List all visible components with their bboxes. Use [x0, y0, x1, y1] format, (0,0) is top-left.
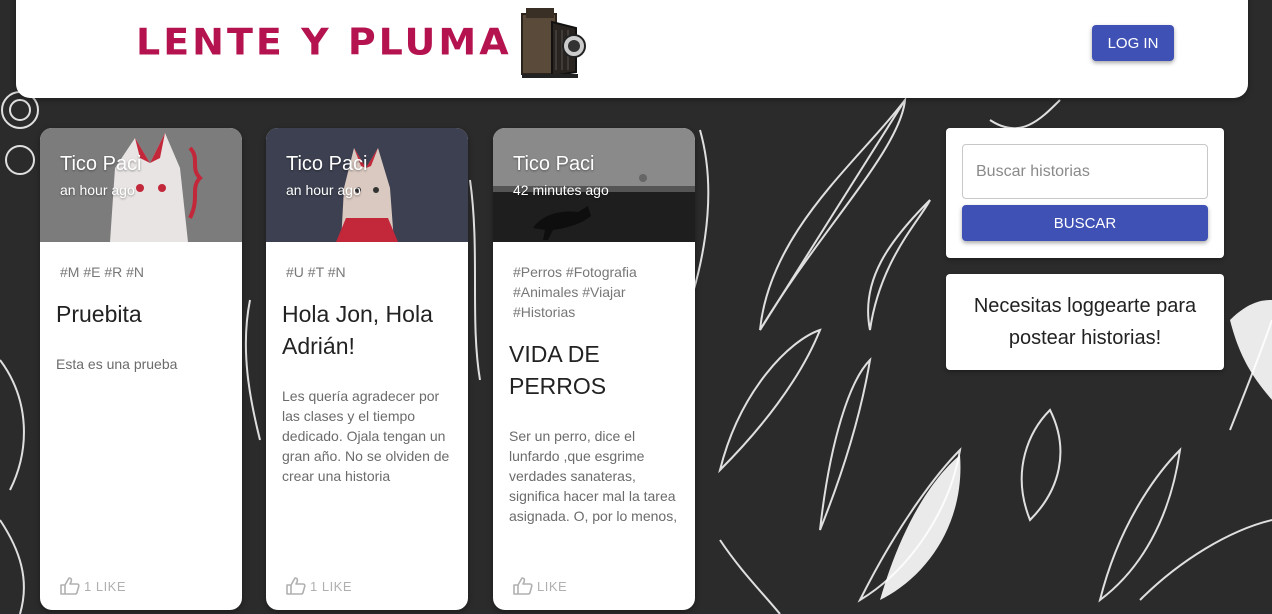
- card-excerpt: Ser un perro, dice el lunfardo ,que esgr…: [509, 428, 678, 524]
- card-excerpt: Esta es una prueba: [56, 356, 178, 372]
- card-title: Pruebita: [56, 301, 142, 327]
- top-app-bar: LENTE Y PLUMA LOG IN: [16, 0, 1248, 98]
- camera-logo-icon[interactable]: [516, 0, 588, 84]
- card-title: Hola Jon, Hola Adrián!: [282, 301, 433, 359]
- search-button[interactable]: BUSCAR: [962, 205, 1208, 241]
- like-button[interactable]: 1 LIKE: [286, 577, 352, 595]
- card-header: Tico Paci an hour ago: [266, 128, 468, 242]
- card-header: Tico Paci 42 minutes ago: [493, 128, 695, 242]
- card-timestamp: 42 minutes ago: [513, 182, 609, 198]
- card-excerpt: Les quería agradecer por las clases y el…: [282, 388, 450, 484]
- story-card[interactable]: Tico Paci an hour ago #M #E #R #N Pruebi…: [40, 128, 242, 610]
- card-author: Tico Paci: [286, 153, 368, 175]
- search-panel: BUSCAR: [946, 128, 1224, 258]
- card-header: Tico Paci an hour ago: [40, 128, 242, 242]
- site-logo-text[interactable]: LENTE Y PLUMA: [136, 21, 512, 63]
- like-count-label: 1 LIKE: [84, 578, 127, 594]
- card-tags: #M #E #R #N: [60, 264, 145, 280]
- login-button[interactable]: LOG IN: [1092, 25, 1174, 61]
- thumbs-up-icon: [286, 577, 306, 595]
- thumbs-up-icon: [60, 577, 80, 595]
- login-required-notice: Necesitas loggearte para postear histori…: [946, 274, 1224, 370]
- like-button[interactable]: 1 LIKE: [60, 577, 126, 595]
- story-card[interactable]: Tico Paci an hour ago #U #T #N Hola Jon,…: [266, 128, 468, 610]
- card-timestamp: an hour ago: [286, 182, 361, 198]
- like-button[interactable]: LIKE: [513, 577, 567, 595]
- card-tags: #U #T #N: [286, 264, 346, 280]
- search-input[interactable]: [962, 144, 1208, 199]
- card-timestamp: an hour ago: [60, 182, 135, 198]
- card-author: Tico Paci: [60, 153, 142, 175]
- card-tags: #Perros #Fotografia #Animales #Viajar #H…: [513, 264, 637, 320]
- card-title: VIDA DE PERROS: [509, 341, 607, 399]
- like-count-label: LIKE: [537, 578, 568, 594]
- like-count-label: 1 LIKE: [310, 578, 353, 594]
- story-card[interactable]: Tico Paci 42 minutes ago #Perros #Fotogr…: [493, 128, 695, 610]
- card-author: Tico Paci: [513, 153, 595, 175]
- thumbs-up-icon: [513, 577, 533, 595]
